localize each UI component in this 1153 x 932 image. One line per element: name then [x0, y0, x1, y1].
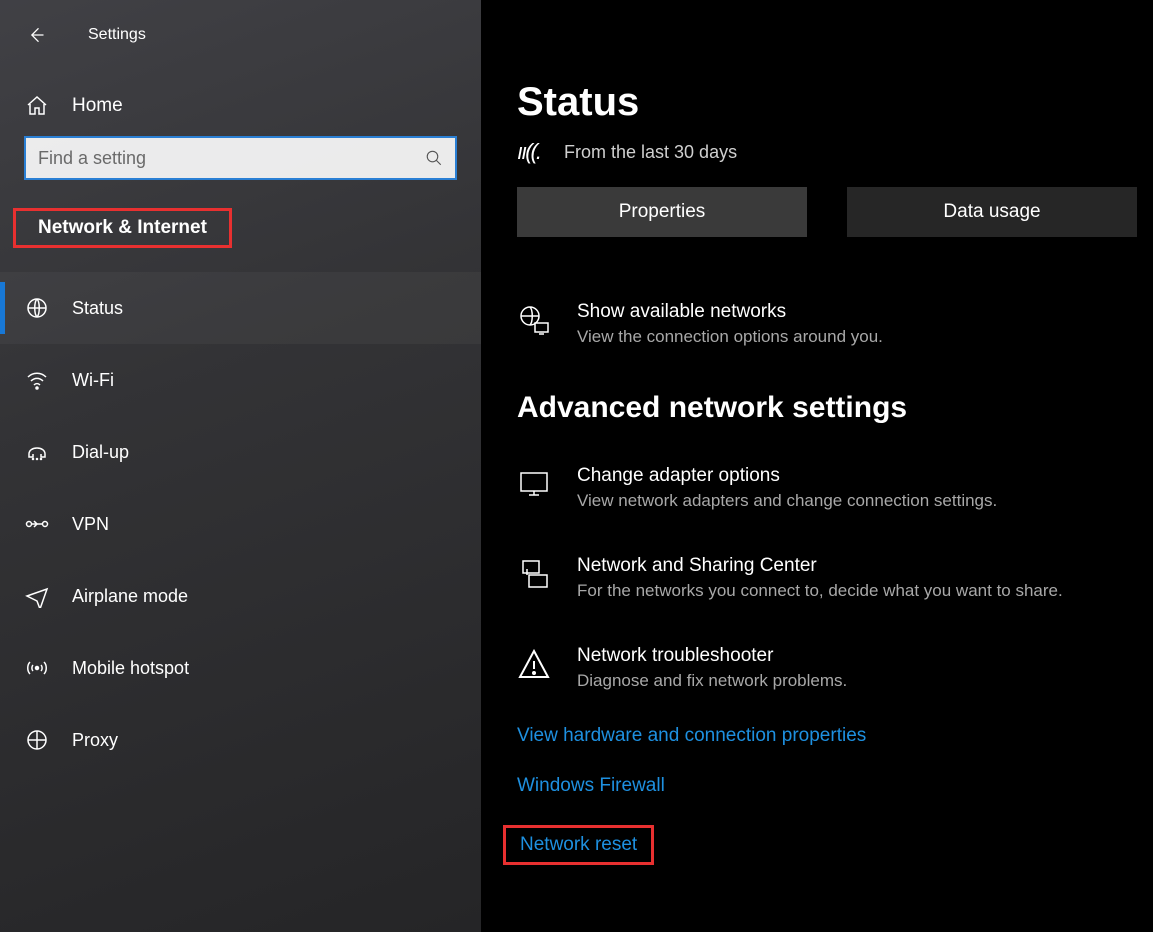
- option-desc: For the networks you connect to, decide …: [577, 581, 1063, 601]
- sidebar-item-label: Mobile hotspot: [72, 658, 189, 679]
- sidebar-topbar: Settings: [0, 10, 481, 60]
- sidebar-item-label: Airplane mode: [72, 586, 188, 607]
- dialup-icon: [24, 440, 50, 464]
- option-desc: View the connection options around you.: [577, 327, 883, 347]
- status-summary-row: ıı((. From the last 30 days: [517, 139, 1153, 165]
- signal-icon: ıı((.: [517, 139, 540, 165]
- status-subtitle: From the last 30 days: [564, 142, 737, 163]
- printer-share-icon: [517, 555, 551, 591]
- sidebar-item-label: Status: [72, 298, 123, 319]
- globe-grid-icon: [24, 296, 50, 320]
- sidebar-item-label: Proxy: [72, 730, 118, 751]
- show-networks-row[interactable]: Show available networks View the connect…: [517, 301, 1153, 347]
- sidebar-item-label: Dial-up: [72, 442, 129, 463]
- option-desc: Diagnose and fix network problems.: [577, 671, 847, 691]
- status-button-row: Properties Data usage: [517, 187, 1153, 237]
- sidebar-item-label: Wi-Fi: [72, 370, 114, 391]
- adapter-options-row[interactable]: Change adapter options View network adap…: [517, 465, 1153, 511]
- link-windows-firewall[interactable]: Windows Firewall: [517, 775, 665, 797]
- vpn-icon: [24, 512, 50, 536]
- troubleshooter-row[interactable]: Network troubleshooter Diagnose and fix …: [517, 645, 1153, 691]
- warning-triangle-icon: [517, 645, 551, 681]
- main-content: Status ıı((. From the last 30 days Prope…: [481, 0, 1153, 932]
- data-usage-button[interactable]: Data usage: [847, 187, 1137, 237]
- properties-button[interactable]: Properties: [517, 187, 807, 237]
- home-icon: [24, 94, 50, 118]
- sidebar: Settings Home Network & Internet Status …: [0, 0, 481, 932]
- back-button[interactable]: [24, 23, 48, 47]
- sidebar-item-proxy[interactable]: Proxy: [0, 704, 481, 776]
- page-title: Status: [517, 80, 1153, 125]
- option-title: Network and Sharing Center: [577, 555, 1063, 577]
- sidebar-category: Network & Internet: [13, 208, 232, 248]
- option-title: Network troubleshooter: [577, 645, 847, 667]
- airplane-icon: [24, 584, 50, 608]
- option-texts: Network and Sharing Center For the netwo…: [577, 555, 1063, 601]
- sidebar-item-label: VPN: [72, 514, 109, 535]
- option-title: Change adapter options: [577, 465, 997, 487]
- sidebar-item-wifi[interactable]: Wi-Fi: [0, 344, 481, 416]
- back-arrow-icon: [26, 25, 46, 45]
- proxy-icon: [24, 728, 50, 752]
- globe-monitor-icon: [517, 301, 551, 337]
- link-hardware-properties[interactable]: View hardware and connection properties: [517, 725, 866, 747]
- app-title: Settings: [88, 26, 146, 44]
- option-desc: View network adapters and change connect…: [577, 491, 997, 511]
- option-texts: Show available networks View the connect…: [577, 301, 883, 347]
- nav-home[interactable]: Home: [0, 60, 481, 136]
- nav-home-label: Home: [72, 95, 123, 117]
- search-input[interactable]: [38, 148, 425, 169]
- search-icon: [425, 149, 443, 167]
- search-container: [0, 136, 481, 208]
- sidebar-item-airplane[interactable]: Airplane mode: [0, 560, 481, 632]
- sidebar-item-dialup[interactable]: Dial-up: [0, 416, 481, 488]
- sidebar-item-status[interactable]: Status: [0, 272, 481, 344]
- wifi-icon: [24, 368, 50, 392]
- option-texts: Change adapter options View network adap…: [577, 465, 997, 511]
- sharing-center-row[interactable]: Network and Sharing Center For the netwo…: [517, 555, 1153, 601]
- sidebar-nav-list: Status Wi-Fi Dial-up VPN Airplane mode: [0, 272, 481, 776]
- option-title: Show available networks: [577, 301, 883, 323]
- search-box[interactable]: [24, 136, 457, 180]
- advanced-section-title: Advanced network settings: [517, 391, 1153, 425]
- hotspot-icon: [24, 656, 50, 680]
- monitor-icon: [517, 465, 551, 501]
- option-texts: Network troubleshooter Diagnose and fix …: [577, 645, 847, 691]
- sidebar-item-hotspot[interactable]: Mobile hotspot: [0, 632, 481, 704]
- sidebar-item-vpn[interactable]: VPN: [0, 488, 481, 560]
- link-network-reset[interactable]: Network reset: [503, 825, 654, 865]
